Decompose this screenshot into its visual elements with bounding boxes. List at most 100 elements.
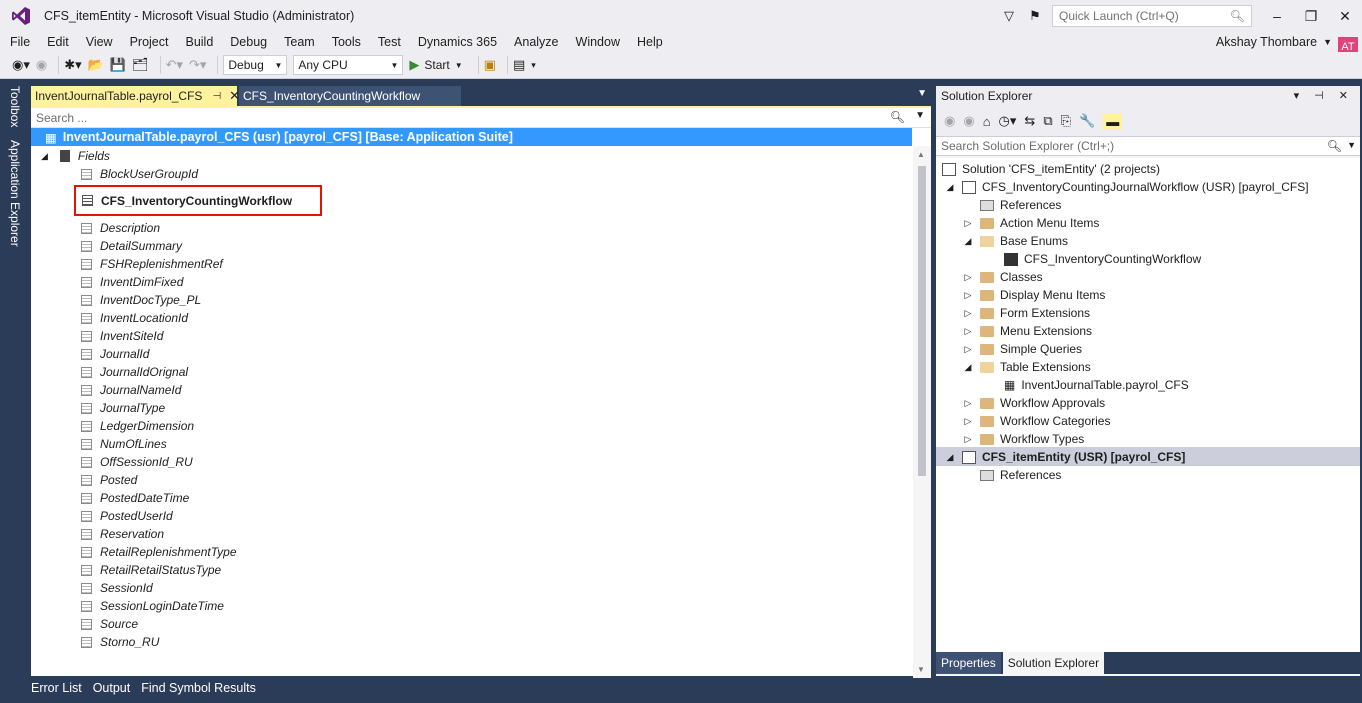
collapse-triangle-icon[interactable]: ◢	[944, 182, 956, 193]
toolbox-tab[interactable]: Toolbox	[8, 86, 22, 127]
menu-build[interactable]: Build	[175, 35, 220, 49]
back-icon[interactable]: ◉▾	[12, 57, 30, 73]
field-row[interactable]: Reservation	[81, 525, 164, 543]
expand-triangle-icon[interactable]: ▷	[962, 308, 974, 319]
user-name[interactable]: Akshay Thombare	[1216, 35, 1317, 49]
filter-icon[interactable]: ▽	[996, 8, 1022, 24]
field-row[interactable]: Description	[81, 219, 160, 237]
tab-inventjournaltable-payrol-cfs[interactable]: InventJournalTable.payrol_CFS ⊣ ✕	[31, 86, 240, 106]
collapse-triangle-icon[interactable]: ◢	[944, 452, 956, 463]
close-icon[interactable]: ✕	[1328, 8, 1362, 25]
menu-dynamics-365[interactable]: Dynamics 365	[408, 35, 504, 49]
field-row[interactable]: DetailSummary	[81, 237, 182, 255]
tree-node-references2[interactable]: References	[980, 466, 1061, 484]
tab-solution-explorer[interactable]: Solution Explorer	[1002, 652, 1105, 674]
field-row[interactable]: InventDocType_PL	[81, 291, 201, 309]
tree-node-classes[interactable]: ▷ Classes	[962, 268, 1043, 286]
expand-triangle-icon[interactable]: ▷	[962, 290, 974, 301]
designer-search-input[interactable]: Search ... 🔍︎ ▼	[31, 108, 931, 128]
tree-node-enum-item[interactable]: CFS_InventoryCountingWorkflow	[1004, 250, 1201, 268]
tab-error-list[interactable]: Error List	[31, 681, 82, 695]
tree-node-simple-queries[interactable]: ▷ Simple Queries	[962, 340, 1083, 358]
field-row[interactable]: SessionId	[81, 579, 153, 597]
chevron-down-icon[interactable]: ▼	[1323, 37, 1332, 47]
field-row[interactable]: InventSiteId	[81, 327, 163, 345]
expand-triangle-icon[interactable]: ▷	[962, 272, 974, 283]
search-icon[interactable]: 🔍︎	[890, 110, 905, 124]
expanded-triangle-icon[interactable]: ◢	[41, 151, 48, 162]
fields-node[interactable]: ◢ Fields	[41, 147, 110, 165]
designer-scrollbar[interactable]: ▲ ▼	[913, 146, 931, 678]
menu-file[interactable]: File	[0, 35, 37, 49]
menu-team[interactable]: Team	[274, 35, 322, 49]
find-in-files-icon[interactable]: ▣	[484, 57, 496, 73]
chevron-down-icon[interactable]: ▼	[1347, 140, 1356, 150]
field-row[interactable]: NumOfLines	[81, 435, 167, 453]
tree-node-workflow-categories[interactable]: ▷ Workflow Categories	[962, 412, 1111, 430]
panel-controls[interactable]: ▾ ⊣ ✕	[1294, 89, 1354, 102]
tab-find-symbol-results[interactable]: Find Symbol Results	[141, 681, 256, 695]
tree-node-table-extensions[interactable]: ◢ Table Extensions	[962, 358, 1091, 376]
preview-selected-icon[interactable]: ▬	[1103, 112, 1123, 130]
field-row[interactable]: FSHReplenishmentRef	[81, 255, 223, 273]
field-row[interactable]: JournalId	[81, 345, 149, 363]
pin-icon[interactable]: ⊣	[212, 91, 221, 102]
save-icon[interactable]: 💾	[110, 57, 126, 73]
solution-configuration-select[interactable]: Debug ▼	[223, 55, 288, 75]
field-row[interactable]: BlockUserGroupId	[81, 165, 198, 183]
field-row[interactable]: Source	[81, 615, 138, 633]
history-icon[interactable]: ◷▾	[999, 113, 1017, 129]
selected-field-highlight[interactable]: CFS_InventoryCountingWorkflow	[74, 185, 322, 216]
new-project-icon[interactable]: ✱▾	[64, 57, 81, 73]
tree-node-workflow-types[interactable]: ▷ Workflow Types	[962, 430, 1085, 448]
expand-triangle-icon[interactable]: ▷	[962, 398, 974, 409]
tree-node-workflow-approvals[interactable]: ▷ Workflow Approvals	[962, 394, 1106, 412]
quick-launch-input[interactable]: Quick Launch (Ctrl+Q) 🔍︎	[1052, 5, 1252, 27]
expand-triangle-icon[interactable]: ▷	[962, 326, 974, 337]
tree-node-menu-extensions[interactable]: ▷ Menu Extensions	[962, 322, 1093, 340]
field-row[interactable]: JournalIdOrignal	[81, 363, 188, 381]
expand-triangle-icon[interactable]: ▷	[962, 434, 974, 445]
menu-test[interactable]: Test	[368, 35, 408, 49]
expand-triangle-icon[interactable]: ▷	[962, 416, 974, 427]
field-row[interactable]: LedgerDimension	[81, 417, 194, 435]
field-row[interactable]: RetailReplenishmentType	[81, 543, 237, 561]
field-row[interactable]: PostedUserId	[81, 507, 173, 525]
field-row[interactable]: Storno_RU	[81, 633, 159, 651]
scroll-down-icon[interactable]: ▼	[917, 665, 925, 674]
collapse-all-icon[interactable]: ⧉	[1043, 113, 1052, 129]
tree-node-form-extensions[interactable]: ▷ Form Extensions	[962, 304, 1091, 322]
copy-icon[interactable]: ⎘	[1061, 113, 1071, 129]
search-icon[interactable]: 🔍︎	[1327, 139, 1342, 153]
tree-node-display-menu-items[interactable]: ▷ Display Menu Items	[962, 286, 1106, 304]
menu-window[interactable]: Window	[566, 35, 627, 49]
tree-node-action-menu-items[interactable]: ▷ Action Menu Items	[962, 214, 1100, 232]
maximize-icon[interactable]: ❐	[1294, 8, 1328, 25]
notification-icon[interactable]: ⚑	[1022, 8, 1048, 24]
home-icon[interactable]: ⌂	[983, 114, 991, 129]
tree-node-references[interactable]: References	[980, 196, 1061, 214]
designer-root-node[interactable]: ▦ InventJournalTable.payrol_CFS (usr) [p…	[31, 128, 912, 146]
expand-triangle-icon[interactable]: ▷	[962, 344, 974, 355]
field-row[interactable]: Posted	[81, 471, 137, 489]
toolbar-overflow-icon[interactable]: ▾	[531, 60, 536, 71]
menu-help[interactable]: Help	[627, 35, 670, 49]
tab-properties[interactable]: Properties	[936, 652, 1001, 674]
save-all-icon[interactable]: 🗂	[132, 57, 149, 73]
menu-analyze[interactable]: Analyze	[504, 35, 565, 49]
tree-node-project2[interactable]: ◢ CFS_itemEntity (USR) [payrol_CFS]	[944, 448, 1186, 466]
field-row[interactable]: JournalNameId	[81, 381, 181, 399]
tab-list-dropdown-icon[interactable]: ▼	[917, 88, 927, 99]
minimize-icon[interactable]: –	[1260, 8, 1294, 24]
scroll-up-icon[interactable]: ▲	[917, 150, 925, 159]
field-row[interactable]: RetailRetailStatusType	[81, 561, 221, 579]
sync-icon[interactable]: ⇆	[1024, 113, 1035, 129]
start-button[interactable]: ▶ Start ▼	[409, 57, 462, 73]
field-row[interactable]: InventDimFixed	[81, 273, 183, 291]
tree-node-solution[interactable]: Solution 'CFS_itemEntity' (2 projects)	[942, 160, 1160, 178]
solution-search-input[interactable]: Search Solution Explorer (Ctrl+;) 🔍︎ ▼	[936, 136, 1360, 156]
field-row[interactable]: InventLocationId	[81, 309, 188, 327]
tree-node-base-enums[interactable]: ◢ Base Enums	[962, 232, 1069, 250]
field-row[interactable]: JournalType	[81, 399, 165, 417]
chevron-down-icon[interactable]: ▼	[455, 61, 463, 70]
